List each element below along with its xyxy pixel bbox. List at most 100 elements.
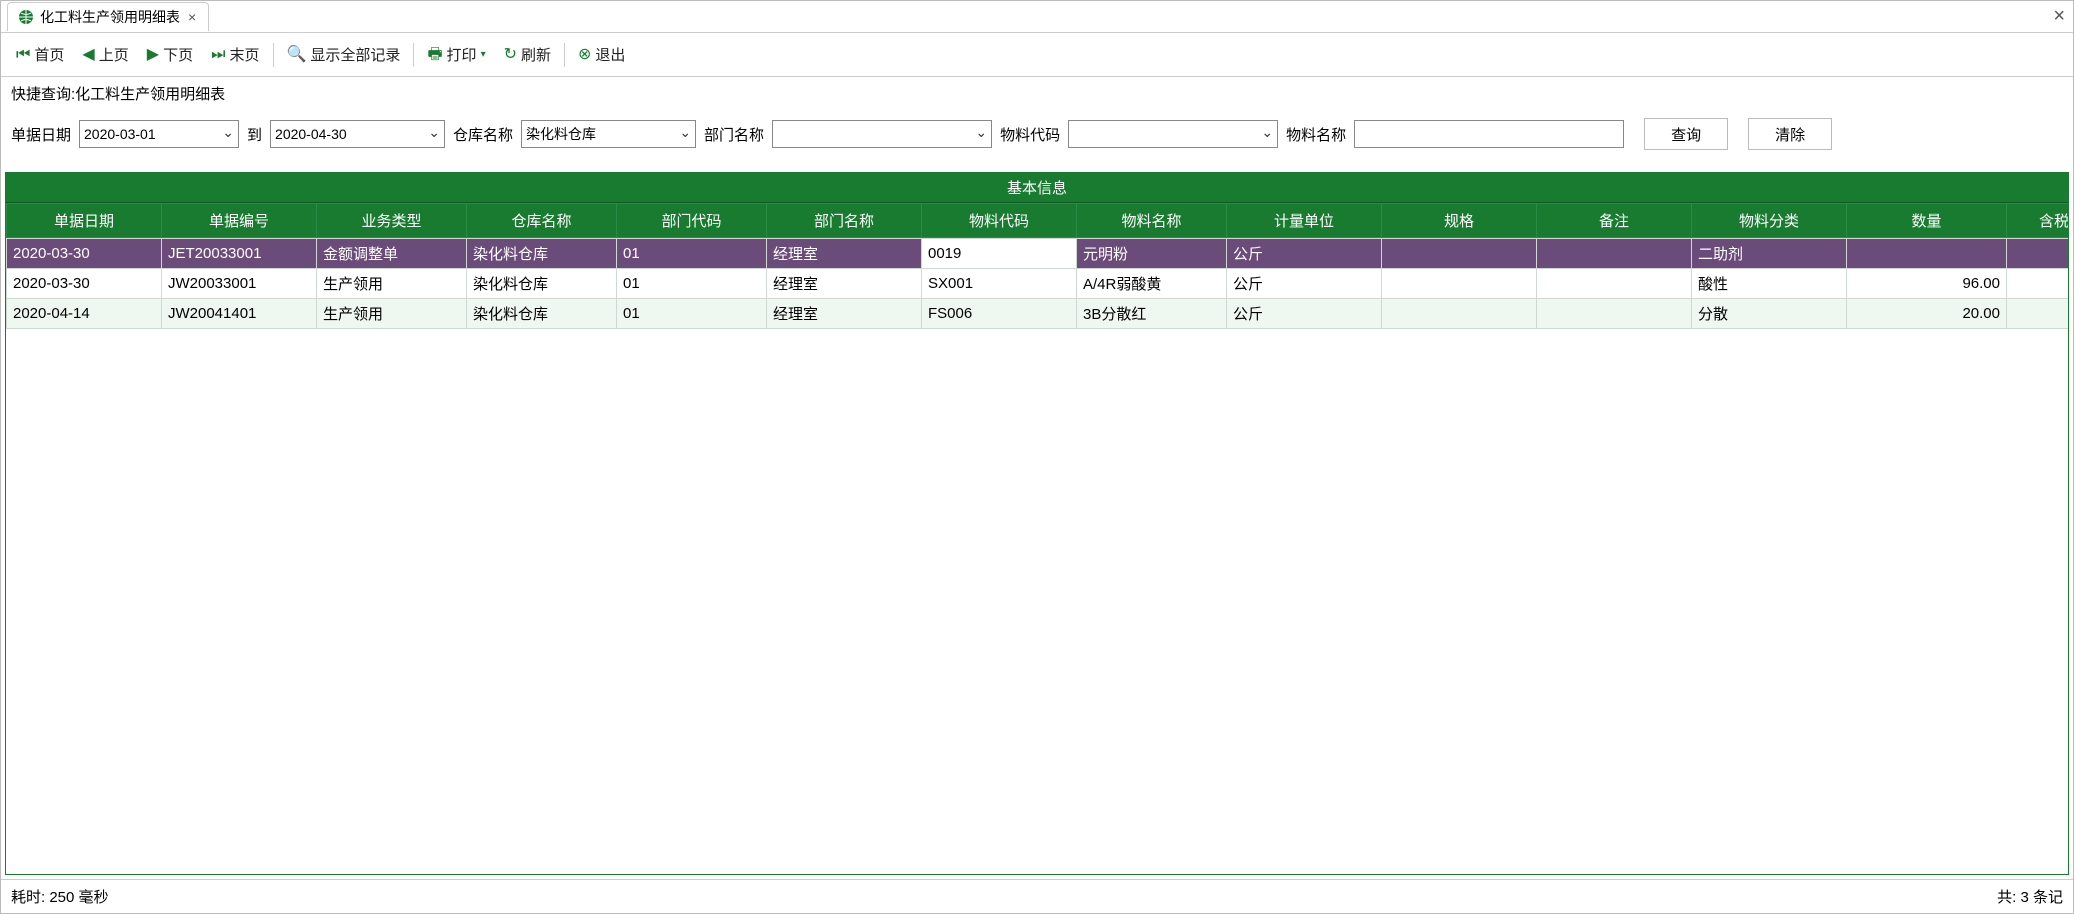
column-header[interactable]: 单据日期: [7, 204, 162, 238]
clear-button[interactable]: 清除: [1748, 118, 1832, 150]
print-button[interactable]: 🖶打印▾: [420, 41, 492, 68]
cell[interactable]: 96.00: [1847, 269, 2007, 299]
cell[interactable]: A/4R弱酸黄: [1077, 269, 1227, 299]
cell[interactable]: [1537, 299, 1692, 329]
cell[interactable]: 分散: [1692, 299, 1847, 329]
warehouse-select[interactable]: [521, 120, 696, 148]
last-page-button[interactable]: ⏭末页: [204, 41, 266, 68]
cell[interactable]: [1537, 269, 1692, 299]
cell[interactable]: [1537, 239, 1692, 269]
status-bar: 耗时: 250 毫秒 共: 3 条记: [1, 879, 2073, 913]
cell[interactable]: 01: [617, 269, 767, 299]
cell[interactable]: [1382, 269, 1537, 299]
cell[interactable]: 2020-03-30: [7, 239, 162, 269]
close-window-icon[interactable]: ×: [2053, 5, 2065, 28]
cell[interactable]: 17.6: [2007, 299, 2069, 329]
cell[interactable]: FS006: [922, 299, 1077, 329]
show-all-button[interactable]: 🔍显示全部记录: [280, 41, 408, 68]
refresh-button[interactable]: ↻刷新: [497, 41, 558, 68]
cell[interactable]: 公斤: [1227, 239, 1382, 269]
column-header[interactable]: 部门名称: [767, 204, 922, 238]
exit-icon: ⊗: [578, 47, 591, 63]
cell[interactable]: [1382, 239, 1537, 269]
date-to-input[interactable]: [270, 120, 445, 148]
cell[interactable]: [1382, 299, 1537, 329]
prev-label: 上页: [99, 44, 129, 65]
horizontal-scrollbar[interactable]: [6, 856, 2068, 874]
cell[interactable]: 经理室: [767, 239, 922, 269]
table-row[interactable]: 2020-04-14JW20041401生产领用染化料仓库01经理室FS0063…: [7, 299, 2069, 329]
grid-header-row: 单据日期单据编号业务类型仓库名称部门代码部门名称物料代码物料名称计量单位规格备注…: [7, 204, 2070, 238]
cell[interactable]: 20.00: [1847, 299, 2007, 329]
column-header[interactable]: 物料名称: [1077, 204, 1227, 238]
column-header[interactable]: 物料代码: [922, 204, 1077, 238]
cell[interactable]: [1847, 239, 2007, 269]
cell[interactable]: 生产领用: [317, 299, 467, 329]
cell[interactable]: 染化料仓库: [467, 269, 617, 299]
chevron-down-icon: ▾: [481, 49, 486, 60]
cell[interactable]: 公斤: [1227, 299, 1382, 329]
column-header[interactable]: 物料分类: [1692, 204, 1847, 238]
data-grid: 基本信息 单据日期单据编号业务类型仓库名称部门代码部门名称物料代码物料名称计量单…: [5, 172, 2069, 875]
cell[interactable]: JW20033001: [162, 269, 317, 299]
warehouse-label: 仓库名称: [453, 124, 513, 145]
cell[interactable]: SX001: [922, 269, 1077, 299]
close-tab-icon[interactable]: ×: [186, 9, 198, 25]
department-select[interactable]: [772, 120, 992, 148]
column-header[interactable]: 规格: [1382, 204, 1537, 238]
material-name-input[interactable]: [1354, 120, 1624, 148]
cell[interactable]: 金额调整单: [317, 239, 467, 269]
cell[interactable]: 48.6: [2007, 269, 2069, 299]
to-label: 到: [247, 124, 262, 145]
column-header[interactable]: 部门代码: [617, 204, 767, 238]
show-all-label: 显示全部记录: [310, 44, 400, 65]
grid-body-table: 2020-03-30JET20033001金额调整单染化料仓库01经理室0019…: [6, 238, 2068, 329]
first-page-button[interactable]: ⏮首页: [9, 41, 71, 68]
active-tab[interactable]: 化工料生产领用明细表 ×: [7, 2, 209, 31]
cell[interactable]: 染化料仓库: [467, 299, 617, 329]
cell[interactable]: JET20033001: [162, 239, 317, 269]
column-header[interactable]: 数量: [1847, 204, 2007, 238]
column-header[interactable]: 备注: [1537, 204, 1692, 238]
next-page-button[interactable]: ▶下页: [140, 41, 200, 68]
cell[interactable]: 2020-03-30: [7, 269, 162, 299]
last-icon: ⏭: [211, 47, 225, 63]
department-label: 部门名称: [704, 124, 764, 145]
cell[interactable]: 二助剂: [1692, 239, 1847, 269]
record-count-label: 共: 3 条记: [1997, 886, 2063, 907]
globe-icon: [18, 9, 34, 25]
query-button[interactable]: 查询: [1644, 118, 1728, 150]
cell[interactable]: 2020-04-14: [7, 299, 162, 329]
cell[interactable]: 生产领用: [317, 269, 467, 299]
prev-page-button[interactable]: ◀上页: [75, 41, 135, 68]
column-header[interactable]: 含税单: [2007, 204, 2070, 238]
cell[interactable]: 经理室: [767, 269, 922, 299]
column-header[interactable]: 业务类型: [317, 204, 467, 238]
table-row[interactable]: 2020-03-30JET20033001金额调整单染化料仓库01经理室0019…: [7, 239, 2069, 269]
search-icon: 🔍: [287, 47, 307, 63]
cell[interactable]: 01: [617, 299, 767, 329]
cell[interactable]: 3B分散红: [1077, 299, 1227, 329]
first-icon: ⏮: [16, 47, 30, 63]
material-code-select[interactable]: [1068, 120, 1278, 148]
cell[interactable]: JW20041401: [162, 299, 317, 329]
cell[interactable]: 0019: [922, 239, 1077, 269]
table-row[interactable]: 2020-03-30JW20033001生产领用染化料仓库01经理室SX001A…: [7, 269, 2069, 299]
cell[interactable]: 01: [617, 239, 767, 269]
cell[interactable]: 染化料仓库: [467, 239, 617, 269]
exit-button[interactable]: ⊗退出: [571, 41, 632, 68]
date-from-input[interactable]: [79, 120, 239, 148]
column-header[interactable]: 仓库名称: [467, 204, 617, 238]
cell[interactable]: 公斤: [1227, 269, 1382, 299]
cell[interactable]: 元明粉: [1077, 239, 1227, 269]
column-header[interactable]: 计量单位: [1227, 204, 1382, 238]
cell[interactable]: 经理室: [767, 299, 922, 329]
column-header[interactable]: 单据编号: [162, 204, 317, 238]
cell[interactable]: 酸性: [1692, 269, 1847, 299]
cell[interactable]: [2007, 239, 2069, 269]
toolbar-separator: [273, 43, 274, 67]
grid-body[interactable]: 2020-03-30JET20033001金额调整单染化料仓库01经理室0019…: [6, 238, 2068, 874]
grid-header-table: 单据日期单据编号业务类型仓库名称部门代码部门名称物料代码物料名称计量单位规格备注…: [6, 203, 2069, 238]
next-label: 下页: [163, 44, 193, 65]
toolbar-separator: [413, 43, 414, 67]
